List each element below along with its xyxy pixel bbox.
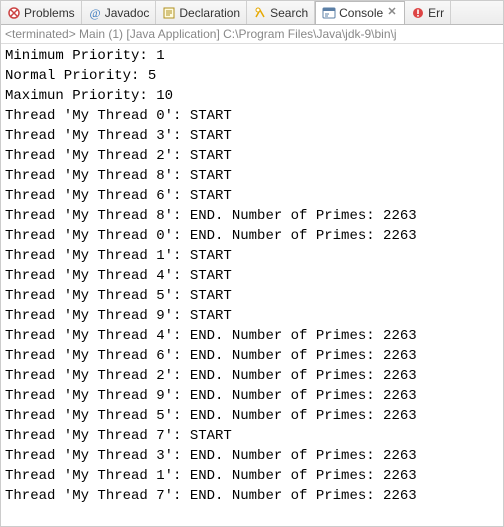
console-line: Thread 'My Thread 9': START bbox=[5, 306, 499, 326]
launch-config-header: <terminated> Main (1) [Java Application]… bbox=[1, 25, 503, 44]
console-line: Thread 'My Thread 4': END. Number of Pri… bbox=[5, 326, 499, 346]
tab-search[interactable]: Search bbox=[247, 1, 315, 24]
console-line: Thread 'My Thread 3': END. Number of Pri… bbox=[5, 446, 499, 466]
tab-declaration[interactable]: Declaration bbox=[156, 1, 247, 24]
console-line: Thread 'My Thread 0': START bbox=[5, 106, 499, 126]
console-line: Thread 'My Thread 2': START bbox=[5, 146, 499, 166]
declaration-icon bbox=[162, 6, 176, 20]
tab-label: Javadoc bbox=[105, 6, 150, 20]
tab-error-log[interactable]: Err bbox=[405, 1, 451, 24]
tab-console[interactable]: Console bbox=[315, 1, 405, 24]
tab-label: Search bbox=[270, 6, 308, 20]
console-line: Thread 'My Thread 1': END. Number of Pri… bbox=[5, 466, 499, 486]
console-line: Thread 'My Thread 1': START bbox=[5, 246, 499, 266]
console-line: Thread 'My Thread 0': END. Number of Pri… bbox=[5, 226, 499, 246]
console-line: Thread 'My Thread 7': START bbox=[5, 426, 499, 446]
search-icon bbox=[253, 6, 267, 20]
tab-label: Problems bbox=[24, 6, 75, 20]
header-text: <terminated> Main (1) [Java Application]… bbox=[5, 27, 397, 41]
console-line: Thread 'My Thread 6': START bbox=[5, 186, 499, 206]
tab-label: Err bbox=[428, 6, 444, 20]
tab-problems[interactable]: Problems bbox=[1, 1, 82, 24]
console-line: Maximun Priority: 10 bbox=[5, 86, 499, 106]
tab-label: Declaration bbox=[179, 6, 240, 20]
console-line: Thread 'My Thread 6': END. Number of Pri… bbox=[5, 346, 499, 366]
console-line: Thread 'My Thread 2': END. Number of Pri… bbox=[5, 366, 499, 386]
console-line: Minimum Priority: 1 bbox=[5, 46, 499, 66]
view-tabs: Problems @ Javadoc Declaration Search Co… bbox=[1, 1, 503, 25]
console-line: Thread 'My Thread 5': END. Number of Pri… bbox=[5, 406, 499, 426]
tab-label: Console bbox=[339, 6, 383, 20]
console-line: Thread 'My Thread 8': END. Number of Pri… bbox=[5, 206, 499, 226]
console-output: Minimum Priority: 1Normal Priority: 5Max… bbox=[1, 44, 503, 508]
problems-icon bbox=[7, 6, 21, 20]
console-line: Thread 'My Thread 3': START bbox=[5, 126, 499, 146]
console-line: Normal Priority: 5 bbox=[5, 66, 499, 86]
console-icon bbox=[322, 6, 336, 20]
console-line: Thread 'My Thread 4': START bbox=[5, 266, 499, 286]
tab-javadoc[interactable]: @ Javadoc bbox=[82, 1, 157, 24]
javadoc-icon: @ bbox=[88, 6, 102, 20]
console-line: Thread 'My Thread 9': END. Number of Pri… bbox=[5, 386, 499, 406]
close-icon[interactable] bbox=[388, 7, 398, 20]
console-line: Thread 'My Thread 8': START bbox=[5, 166, 499, 186]
console-line: Thread 'My Thread 7': END. Number of Pri… bbox=[5, 486, 499, 506]
console-line: Thread 'My Thread 5': START bbox=[5, 286, 499, 306]
error-log-icon bbox=[411, 6, 425, 20]
svg-text:@: @ bbox=[89, 6, 100, 20]
